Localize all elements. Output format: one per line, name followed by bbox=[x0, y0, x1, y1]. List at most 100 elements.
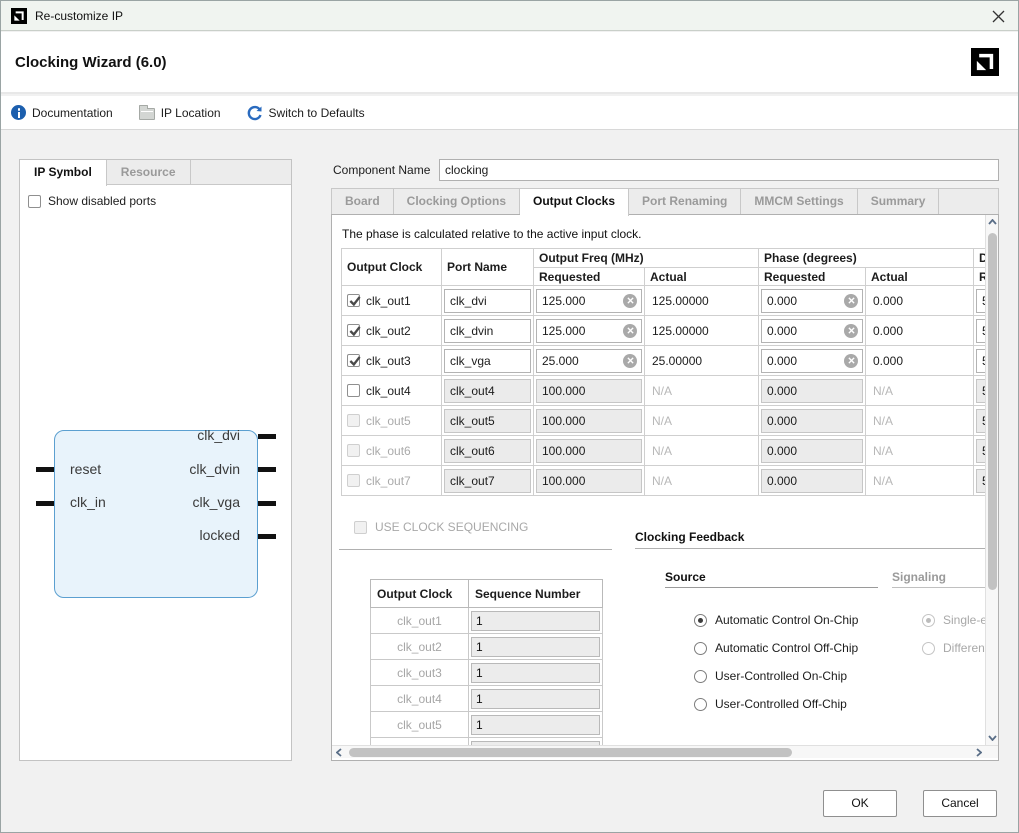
seq-clock-name: clk_out4 bbox=[371, 686, 469, 712]
tab-port-renaming[interactable]: Port Renaming bbox=[629, 189, 741, 214]
radio-user-controlled-off-chip[interactable]: User-Controlled Off-Chip bbox=[694, 697, 847, 711]
freq-actual-value: N/A bbox=[645, 474, 758, 488]
freq-actual-value: 25.00000 bbox=[645, 354, 758, 368]
clock-name: clk_out5 bbox=[366, 414, 411, 428]
radio-automatic-control-off-chip[interactable]: Automatic Control Off-Chip bbox=[694, 641, 858, 655]
clk-out4-checkbox[interactable] bbox=[347, 384, 360, 397]
page-title: Clocking Wizard (6.0) bbox=[15, 54, 167, 71]
sequence-row: clk_out2 1 bbox=[371, 634, 603, 660]
tab-board[interactable]: Board bbox=[332, 189, 394, 214]
ok-button[interactable]: OK bbox=[823, 790, 897, 817]
col-output-clock: Output Clock bbox=[342, 249, 442, 286]
duty-requested-field[interactable]: 50.000 bbox=[976, 289, 985, 313]
phase-requested-field: 0.000 bbox=[761, 439, 863, 463]
component-name-input[interactable]: clocking bbox=[439, 159, 999, 181]
port-label-locked: locked bbox=[200, 527, 240, 543]
phase-actual-value: 0.000 bbox=[866, 324, 973, 338]
col-freq-requested: Requested bbox=[534, 268, 645, 286]
vertical-scrollbar-thumb[interactable] bbox=[988, 233, 997, 590]
switch-to-defaults-label: Switch to Defaults bbox=[269, 106, 365, 120]
switch-to-defaults-button[interactable]: Switch to Defaults bbox=[247, 105, 365, 121]
tab-clocking-options[interactable]: Clocking Options bbox=[394, 189, 520, 214]
clock-name: clk_out4 bbox=[366, 384, 411, 398]
clk-out3-checkbox[interactable] bbox=[347, 354, 360, 367]
port-label-clk-vga: clk_vga bbox=[193, 494, 240, 510]
tab-output-clocks[interactable]: Output Clocks bbox=[520, 189, 629, 216]
col-phase-requested: Requested bbox=[759, 268, 866, 286]
use-clock-sequencing-checkbox bbox=[354, 521, 367, 534]
horizontal-scrollbar-thumb[interactable] bbox=[349, 748, 792, 757]
ip-location-button[interactable]: IP Location bbox=[139, 106, 221, 120]
port-name-field[interactable]: clk_dvi bbox=[444, 289, 531, 313]
signaling-title: Signaling bbox=[892, 570, 946, 584]
radio-user-controlled-on-chip[interactable]: User-Controlled On-Chip bbox=[694, 669, 847, 683]
show-disabled-ports-checkbox[interactable] bbox=[28, 195, 41, 208]
use-clock-sequencing-row: USE CLOCK SEQUENCING bbox=[354, 520, 528, 534]
clk-out2-checkbox[interactable] bbox=[347, 324, 360, 337]
col-phase-actual: Actual bbox=[866, 268, 974, 286]
cancel-button[interactable]: Cancel bbox=[923, 790, 997, 817]
phase-actual-value: N/A bbox=[866, 414, 973, 428]
clk-vga-port-stub bbox=[258, 501, 276, 506]
phase-requested-field[interactable]: 0.000 bbox=[761, 319, 863, 343]
tab-ip-symbol[interactable]: IP Symbol bbox=[20, 160, 107, 186]
close-icon[interactable] bbox=[988, 6, 1008, 26]
freq-requested-field[interactable]: 125.000 bbox=[536, 289, 642, 313]
phase-requested-field[interactable]: 0.000 bbox=[761, 349, 863, 373]
radio-icon bbox=[694, 698, 707, 711]
freq-requested-value: 25.000 bbox=[542, 354, 579, 368]
radio-label: User-Controlled Off-Chip bbox=[715, 697, 847, 711]
clocking-feedback-divider bbox=[635, 548, 985, 549]
seq-clock-name: clk_out2 bbox=[371, 634, 469, 660]
radio-label: Automatic Control Off-Chip bbox=[715, 641, 858, 655]
scroll-up-icon[interactable] bbox=[986, 215, 999, 229]
table-row: clk_out7 clk_out7 100.000 N/A 0.000 N/A … bbox=[342, 466, 986, 496]
freq-actual-value: 125.00000 bbox=[645, 324, 758, 338]
tab-resource[interactable]: Resource bbox=[107, 160, 191, 185]
col-port-name: Port Name bbox=[442, 249, 534, 286]
horizontal-scrollbar[interactable] bbox=[332, 745, 998, 758]
clear-icon[interactable] bbox=[844, 354, 858, 368]
clear-icon[interactable] bbox=[623, 324, 637, 338]
scroll-down-icon[interactable] bbox=[986, 731, 999, 745]
radio-automatic-control-on-chip[interactable]: Automatic Control On-Chip bbox=[694, 613, 858, 627]
col-sequence-number: Sequence Number bbox=[469, 580, 603, 608]
vertical-scrollbar[interactable] bbox=[985, 215, 998, 745]
phase-requested-field[interactable]: 0.000 bbox=[761, 289, 863, 313]
clear-icon[interactable] bbox=[623, 354, 637, 368]
freq-actual-value: N/A bbox=[645, 444, 758, 458]
sequence-number-field: 1 bbox=[471, 715, 600, 735]
scroll-left-icon[interactable] bbox=[332, 746, 346, 759]
freq-requested-value: 125.000 bbox=[542, 324, 585, 338]
phase-actual-value: 0.000 bbox=[866, 294, 973, 308]
config-tabs: Board Clocking Options Output Clocks Por… bbox=[331, 188, 999, 214]
table-row: clk_out4 clk_out4 100.000 N/A 0.000 N/A … bbox=[342, 376, 986, 406]
duty-requested-field[interactable]: 50.000 bbox=[976, 319, 985, 343]
scroll-right-icon[interactable] bbox=[972, 746, 986, 759]
phase-actual-value: 0.000 bbox=[866, 354, 973, 368]
tab-summary[interactable]: Summary bbox=[858, 189, 940, 214]
freq-requested-field[interactable]: 25.000 bbox=[536, 349, 642, 373]
clear-icon[interactable] bbox=[844, 294, 858, 308]
port-name-field: clk_out4 bbox=[444, 379, 531, 403]
clear-icon[interactable] bbox=[623, 294, 637, 308]
phase-requested-value: 0.000 bbox=[767, 324, 797, 338]
port-name-field[interactable]: clk_vga bbox=[444, 349, 531, 373]
component-name-label: Component Name bbox=[333, 163, 430, 177]
pane-content: The phase is calculated relative to the … bbox=[332, 215, 985, 745]
signaling-divider bbox=[892, 587, 985, 588]
col-output-freq: Output Freq (MHz) bbox=[534, 249, 759, 268]
freq-requested-value: 125.000 bbox=[542, 294, 585, 308]
duty-requested-field[interactable]: 50.000 bbox=[976, 349, 985, 373]
port-name-field[interactable]: clk_dvin bbox=[444, 319, 531, 343]
documentation-button[interactable]: Documentation bbox=[11, 105, 113, 120]
tab-mmcm-settings[interactable]: MMCM Settings bbox=[741, 189, 857, 214]
freq-requested-field[interactable]: 125.000 bbox=[536, 319, 642, 343]
clk-out1-checkbox[interactable] bbox=[347, 294, 360, 307]
phase-requested-value: 0.000 bbox=[767, 354, 797, 368]
clear-icon[interactable] bbox=[844, 324, 858, 338]
refresh-icon bbox=[247, 105, 263, 121]
duty-requested-field: 50.000 bbox=[976, 469, 985, 493]
recustomize-ip-dialog: Re-customize IP Clocking Wizard (6.0) Do… bbox=[0, 0, 1019, 833]
clock-name: clk_out6 bbox=[366, 444, 411, 458]
